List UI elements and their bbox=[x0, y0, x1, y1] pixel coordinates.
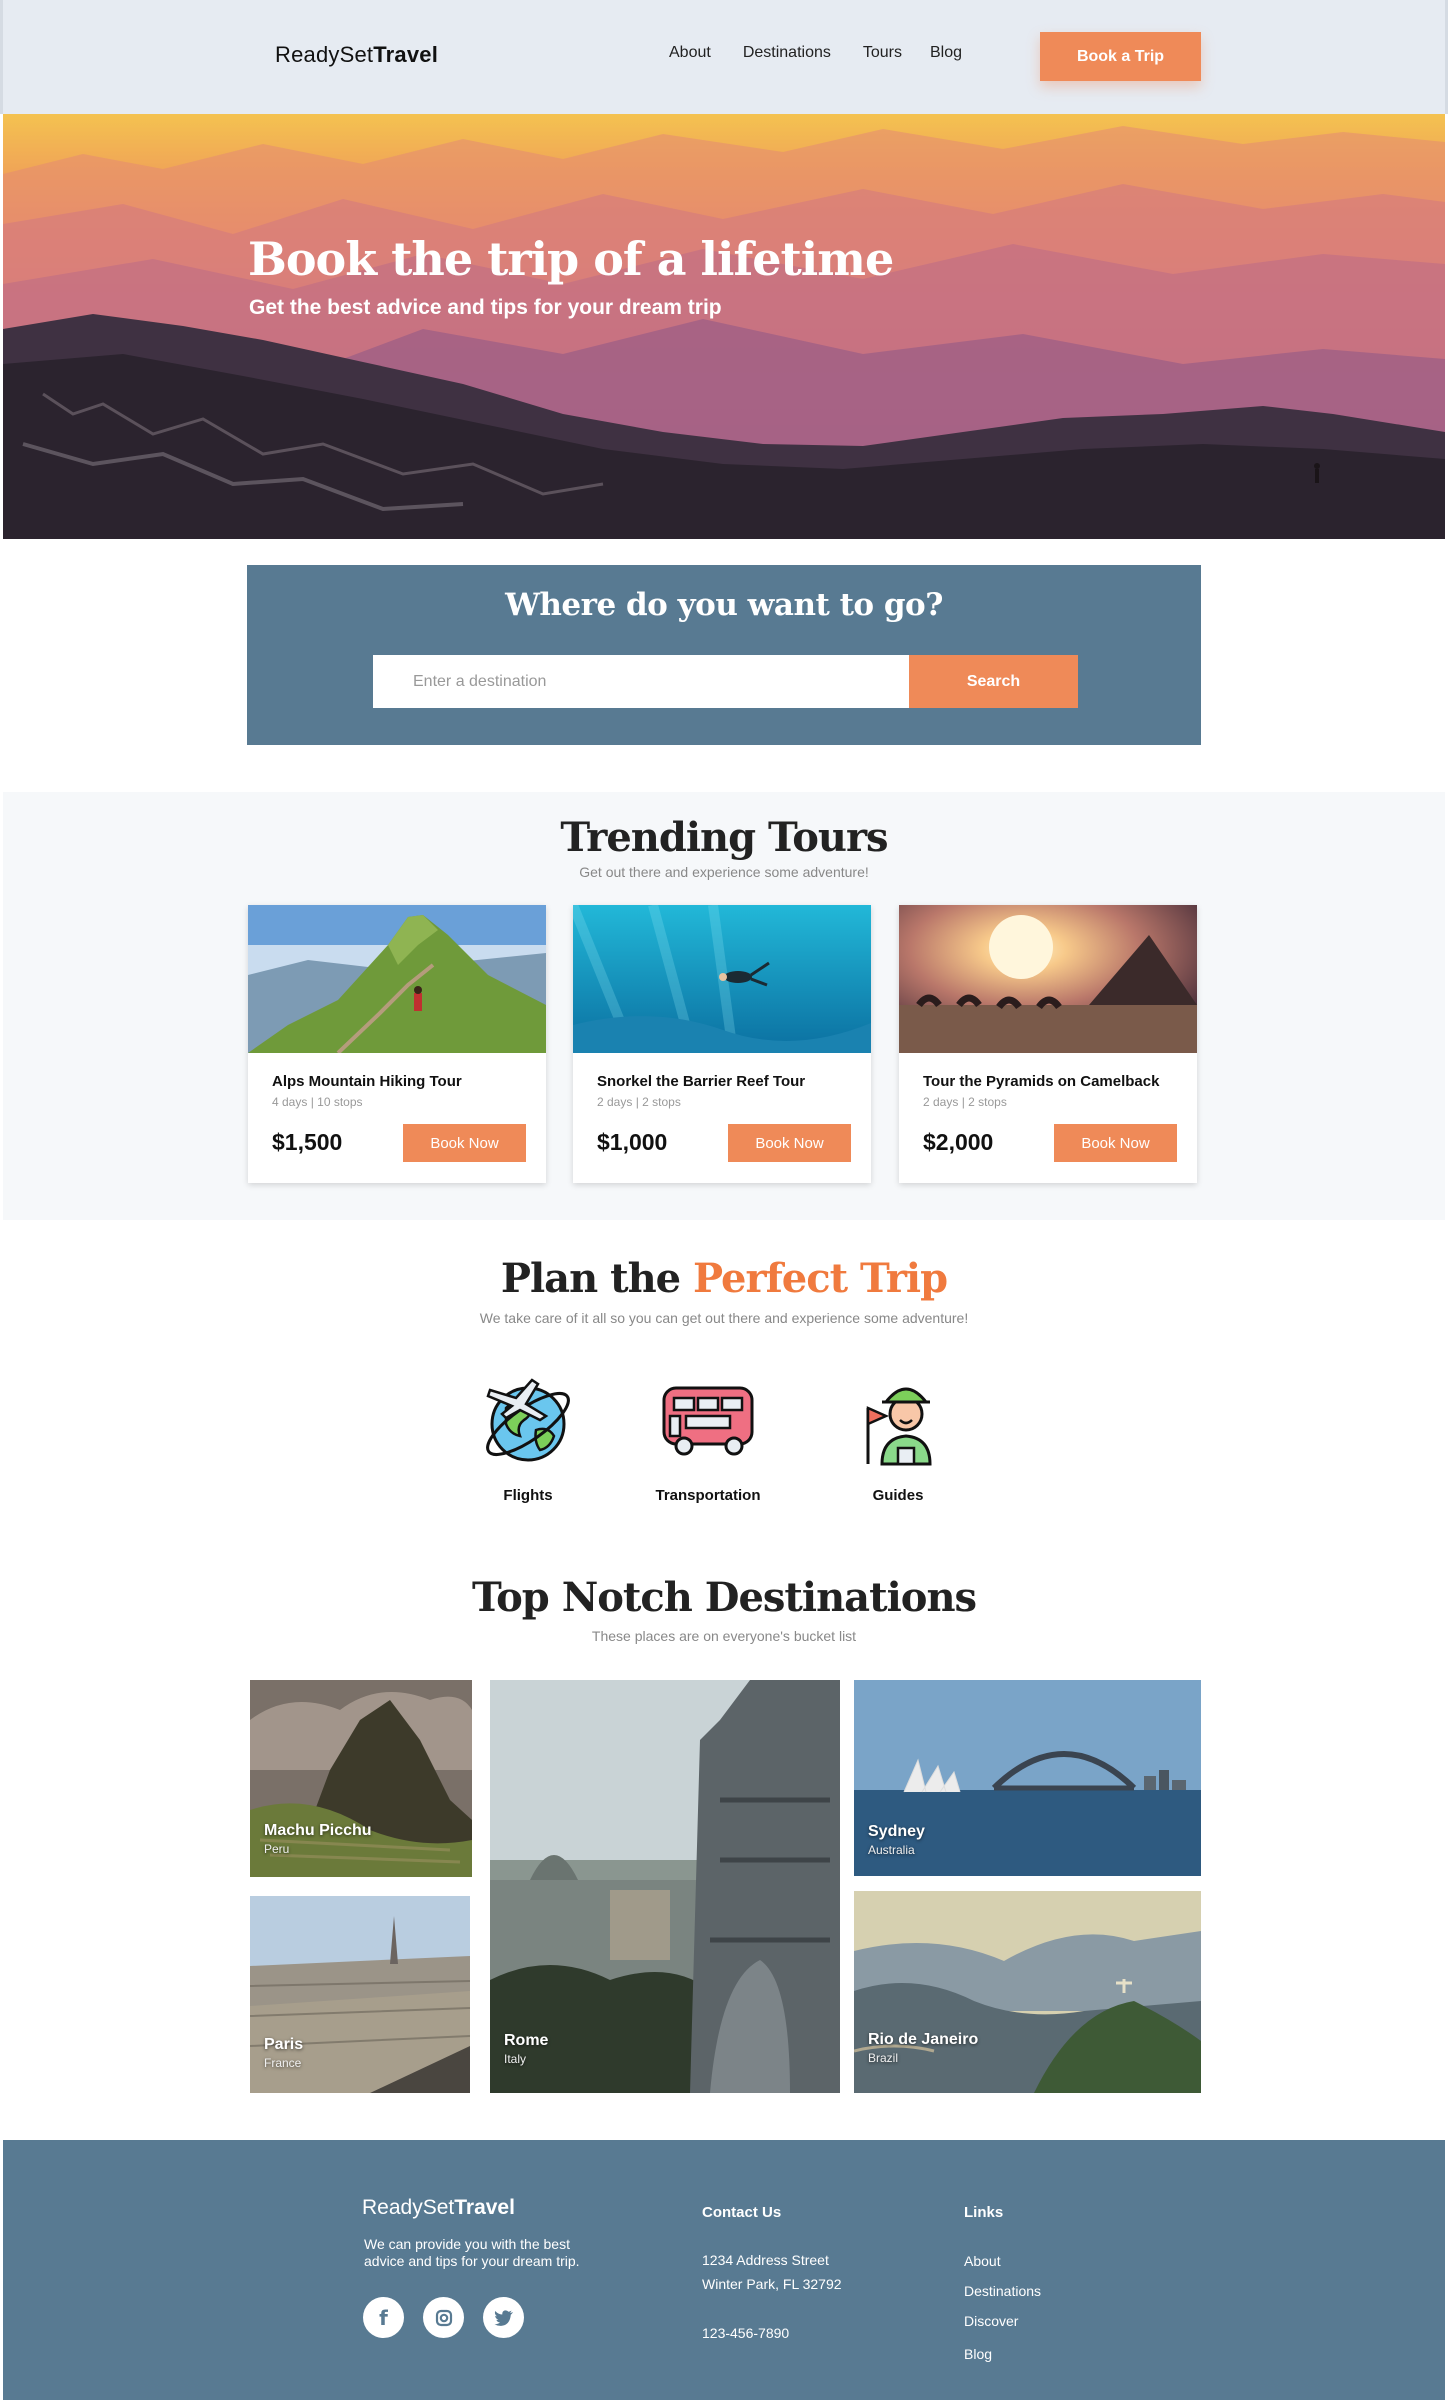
facebook-button[interactable]: f bbox=[363, 2297, 404, 2338]
hero-banner: Book the trip of a lifetime Get the best… bbox=[3, 114, 1445, 539]
logo[interactable]: ReadySetTravel bbox=[275, 42, 438, 68]
service-label: Flights bbox=[503, 1487, 553, 1504]
destination-rio[interactable]: Rio de Janeiro Brazil bbox=[854, 1891, 1201, 2093]
search-panel: Where do you want to go? Search bbox=[247, 565, 1201, 745]
destination-machu-picchu[interactable]: Machu Picchu Peru bbox=[250, 1680, 472, 1877]
nav-destinations[interactable]: Destinations bbox=[743, 44, 831, 62]
tour-name: Snorkel the Barrier Reef Tour bbox=[597, 1073, 806, 1090]
phone-number: 123-456-7890 bbox=[702, 2325, 790, 2341]
destination-name: Sydney bbox=[868, 1823, 925, 1840]
service-transportation[interactable]: Transportation bbox=[628, 1368, 788, 1504]
site-footer: ReadySetTravel We can provide you with t… bbox=[3, 2140, 1445, 2400]
destination-country: Australia bbox=[868, 1843, 915, 1857]
nav-about[interactable]: About bbox=[669, 44, 711, 62]
instagram-icon bbox=[435, 2309, 452, 2326]
address-line2: Winter Park, FL 32792 bbox=[702, 2276, 842, 2292]
tour-meta: 4 days | 10 stops bbox=[272, 1095, 363, 1109]
tour-price: $1,500 bbox=[272, 1129, 343, 1155]
destination-rome[interactable]: Rome Italy bbox=[490, 1680, 840, 2093]
destination-country: Peru bbox=[264, 1842, 290, 1856]
destination-search-input[interactable] bbox=[373, 655, 909, 708]
service-label: Transportation bbox=[655, 1487, 761, 1504]
main-nav: About Destinations Tours Blog bbox=[669, 44, 998, 62]
bus-icon bbox=[662, 1386, 754, 1456]
destination-sydney[interactable]: Sydney Australia bbox=[854, 1680, 1201, 1876]
destinations-title: Top Notch Destinations bbox=[471, 1574, 977, 1621]
links-title: Links bbox=[964, 2204, 1004, 2221]
footer-link-about[interactable]: About bbox=[964, 2253, 1001, 2269]
mountain-landscape-image bbox=[3, 126, 1445, 539]
tour-meta: 2 days | 2 stops bbox=[597, 1095, 681, 1109]
hero-title: Book the trip of a lifetime bbox=[248, 232, 894, 286]
destinations-subtitle: These places are on everyone's bucket li… bbox=[591, 1628, 857, 1644]
barrier-reef-image bbox=[573, 905, 871, 1053]
nav-tours[interactable]: Tours bbox=[863, 44, 902, 62]
alps-hiking-image bbox=[248, 905, 546, 1053]
footer-link-blog[interactable]: Blog bbox=[964, 2346, 992, 2362]
destination-country: Italy bbox=[504, 2052, 527, 2066]
tour-name: Tour the Pyramids on Camelback bbox=[923, 1073, 1160, 1090]
trending-title: Trending Tours bbox=[560, 814, 888, 861]
destination-name: Rio de Janeiro bbox=[868, 2031, 979, 2048]
book-now-button[interactable]: Book Now bbox=[728, 1124, 851, 1162]
search-button[interactable]: Search bbox=[909, 655, 1078, 708]
destination-name: Rome bbox=[504, 2032, 549, 2049]
destination-paris[interactable]: Paris France bbox=[250, 1896, 470, 2093]
destination-country: Brazil bbox=[868, 2051, 899, 2065]
globe-plane-icon bbox=[486, 1378, 570, 1462]
pyramids-camels-image bbox=[899, 905, 1197, 1053]
contact-title: Contact Us bbox=[702, 2204, 782, 2221]
tour-card: Tour the Pyramids on Camelback 2 days | … bbox=[899, 905, 1197, 1183]
destination-country: France bbox=[264, 2056, 302, 2070]
nav-blog[interactable]: Blog bbox=[930, 44, 962, 62]
tour-card: Alps Mountain Hiking Tour 4 days | 10 st… bbox=[248, 905, 546, 1183]
service-flights[interactable]: Flights bbox=[448, 1368, 608, 1504]
service-label: Guides bbox=[872, 1487, 924, 1504]
book-now-button[interactable]: Book Now bbox=[1054, 1124, 1177, 1162]
book-trip-button[interactable]: Book a Trip bbox=[1040, 32, 1201, 81]
footer-link-discover[interactable]: Discover bbox=[964, 2313, 1018, 2329]
trending-tours-section: Trending Tours Get out there and experie… bbox=[3, 792, 1445, 1220]
plan-title: Plan the Perfect Trip bbox=[500, 1255, 948, 1302]
footer-description: We can provide you with the best advice … bbox=[364, 2236, 580, 2269]
twitter-icon bbox=[494, 2309, 513, 2326]
tour-price: $2,000 bbox=[923, 1129, 994, 1155]
address-line1: 1234 Address Street bbox=[702, 2252, 829, 2268]
rio-image bbox=[854, 1891, 1201, 2093]
footer-logo[interactable]: ReadySetTravel bbox=[362, 2196, 515, 2220]
site-header: ReadySetTravel About Destinations Tours … bbox=[0, 0, 1448, 114]
tour-meta: 2 days | 2 stops bbox=[923, 1095, 1007, 1109]
destination-name: Machu Picchu bbox=[264, 1822, 372, 1839]
hero-subtitle: Get the best advice and tips for your dr… bbox=[249, 296, 722, 319]
footer-link-destinations[interactable]: Destinations bbox=[964, 2283, 1041, 2299]
instagram-button[interactable] bbox=[423, 2297, 464, 2338]
tour-card: Snorkel the Barrier Reef Tour 2 days | 2… bbox=[573, 905, 871, 1183]
facebook-icon: f bbox=[379, 2305, 388, 2330]
service-guides[interactable]: Guides bbox=[818, 1368, 978, 1504]
search-title: Where do you want to go? bbox=[505, 587, 943, 623]
plan-subtitle: We take care of it all so you can get ou… bbox=[479, 1310, 969, 1326]
book-now-button[interactable]: Book Now bbox=[403, 1124, 526, 1162]
twitter-button[interactable] bbox=[483, 2297, 524, 2338]
tour-price: $1,000 bbox=[597, 1129, 668, 1155]
destination-name: Paris bbox=[264, 2036, 304, 2053]
tour-name: Alps Mountain Hiking Tour bbox=[272, 1073, 462, 1090]
tour-guide-icon bbox=[866, 1387, 932, 1466]
trending-subtitle: Get out there and experience some advent… bbox=[579, 864, 869, 880]
